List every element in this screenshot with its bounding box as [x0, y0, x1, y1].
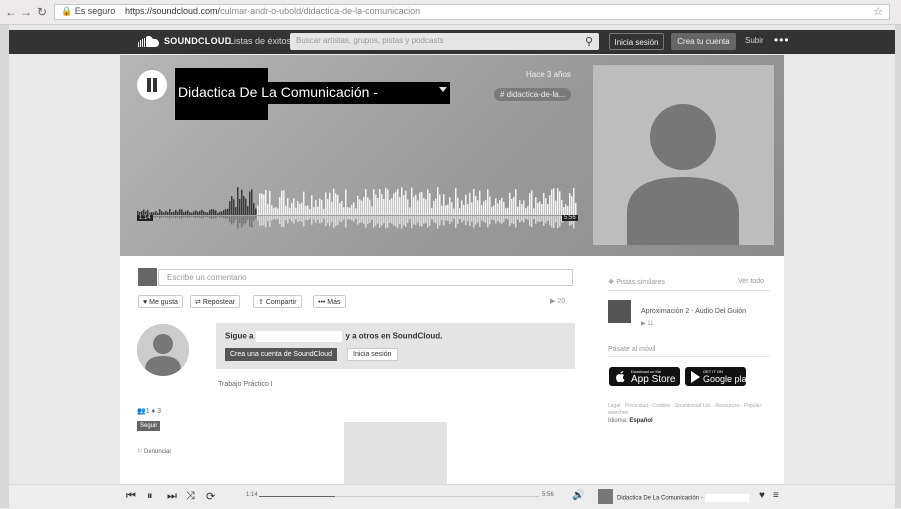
google-play-badge[interactable]: GET IT ON Google play: [685, 367, 751, 386]
commenter-avatar: [138, 268, 157, 286]
track-hero: Didactica De La Comunicación - Hace 3 añ…: [120, 55, 784, 256]
report-link[interactable]: ⚐ Denunciar: [137, 448, 171, 455]
comment-input[interactable]: Escribe un comentario: [158, 269, 573, 286]
see-all-link[interactable]: Ver todo: [738, 278, 764, 285]
repost-button[interactable]: ⇄ Repostear: [190, 295, 241, 308]
player-progress-bar[interactable]: [259, 496, 539, 497]
upload-link[interactable]: Subir: [745, 36, 764, 45]
signup-promo: Sigue ay a otros en SoundCloud. Crea una…: [216, 323, 575, 369]
divider: [608, 356, 770, 357]
upload-time: Hace 3 años: [526, 70, 571, 79]
user-stats: 👥1 ♦ 3: [137, 408, 161, 415]
follow-button[interactable]: Seguir: [137, 421, 161, 431]
player-artwork[interactable]: [598, 489, 613, 504]
previous-icon[interactable]: ⏮: [126, 490, 136, 503]
site-header: SOUNDCLOUD Listas de éxitos Buscar artis…: [9, 30, 895, 54]
play-count: ▶ 20: [550, 298, 566, 305]
share-button[interactable]: ⇪ Compartir: [253, 295, 302, 308]
search-placeholder: Buscar artistas, grupos, pistas y podcas…: [296, 36, 444, 45]
track-title: Didactica De La Comunicación -: [178, 84, 378, 100]
next-icon[interactable]: ⏭: [167, 490, 177, 503]
page-scrollbar[interactable]: [895, 25, 901, 508]
apple-icon: [616, 371, 625, 383]
charts-link[interactable]: Listas de éxitos: [229, 36, 291, 46]
sidebar: ❖ Pistas similares Ver todo Aproximación…: [592, 256, 784, 484]
divider: [608, 290, 770, 291]
play-pause-button[interactable]: [137, 70, 167, 100]
pause-icon[interactable]: ⏸: [147, 490, 153, 503]
similar-track-title[interactable]: Aproximación 2 - Audio Del Guión: [641, 308, 746, 315]
player-track-title[interactable]: Didactica De La Comunicación -: [617, 494, 749, 502]
login-button[interactable]: Inicia sesión: [609, 33, 664, 50]
total-time: 5:56: [562, 215, 578, 221]
forward-icon[interactable]: →: [19, 5, 33, 19]
player-total-time: 5:56: [542, 492, 554, 498]
player-bar: ⏮ ⏸ ⏭ ⤨ ⟳ 1:14 5:56 🔊 Didactica De La Co…: [9, 484, 895, 509]
like-icon[interactable]: ♥: [759, 490, 765, 501]
logo-text[interactable]: SOUNDCLOUD: [164, 36, 232, 46]
create-account-button[interactable]: Crea una cuenta de SoundCloud: [225, 348, 337, 361]
queue-icon[interactable]: ≡: [773, 490, 779, 501]
artist-name[interactable]: [175, 68, 268, 82]
language-selector[interactable]: Idioma: Español: [608, 418, 653, 424]
search-icon[interactable]: ⚲: [585, 35, 593, 48]
chevron-down-icon[interactable]: [439, 87, 447, 92]
user-avatar[interactable]: [137, 324, 189, 376]
genre-tag[interactable]: # didactica-de-la...: [494, 88, 572, 101]
placeholder-block: [344, 422, 447, 484]
more-button[interactable]: ••• Más: [313, 295, 346, 308]
track-subtitle: [175, 104, 268, 120]
reload-icon[interactable]: ↻: [35, 5, 49, 19]
repeat-icon[interactable]: ⟳: [206, 490, 215, 503]
browser-toolbar: ← → ↻ 🔒 Es seguro https://soundcloud.com…: [0, 0, 901, 25]
track-title-bar: Didactica De La Comunicación -: [175, 82, 450, 104]
cover-art: [593, 65, 774, 245]
page-margin-left: [0, 25, 9, 508]
mobile-heading: Pásate al móvil: [608, 346, 656, 353]
similar-tracks-heading: ❖ Pistas similares: [608, 279, 665, 286]
address-bar[interactable]: 🔒 Es seguro https://soundcloud.com/culma…: [54, 4, 890, 20]
player-current-time: 1:14: [246, 492, 258, 498]
volume-icon[interactable]: 🔊: [572, 490, 584, 501]
current-time: 1:14: [137, 215, 153, 221]
url-text: https://soundcloud.com/culmar-andr-o-ubo…: [125, 6, 421, 16]
legal-links[interactable]: Legal · Privacidad · Cookies · Soundclou…: [608, 403, 778, 417]
search-input[interactable]: Buscar artistas, grupos, pistas y podcas…: [290, 33, 599, 50]
soundcloud-logo-icon[interactable]: [136, 30, 162, 54]
more-menu-icon[interactable]: •••: [774, 33, 790, 47]
secure-indicator: 🔒 Es seguro: [61, 6, 116, 16]
bookmark-star-icon[interactable]: ☆: [873, 5, 883, 18]
app-store-badge[interactable]: Download on the App Store: [609, 367, 680, 386]
waveform[interactable]: [137, 181, 577, 241]
pause-icon: [147, 78, 151, 92]
shuffle-icon[interactable]: ⤨: [186, 490, 195, 503]
back-icon[interactable]: ←: [4, 5, 18, 19]
similar-track-artwork[interactable]: [608, 300, 631, 323]
create-account-button[interactable]: Crea tu cuenta: [671, 33, 736, 50]
main-content: Escribe un comentario ♥ Me gusta ⇄ Repos…: [120, 256, 592, 484]
like-button[interactable]: ♥ Me gusta: [138, 295, 183, 308]
promo-text: Sigue ay a otros en SoundCloud.: [225, 331, 443, 342]
comment-placeholder: Escribe un comentario: [167, 273, 247, 282]
google-play-icon: [691, 371, 700, 383]
player-progress-fill: [259, 496, 335, 497]
login-button[interactable]: Inicia sesión: [347, 348, 398, 361]
track-description: Trabajo Práctico I: [218, 381, 273, 388]
similar-track-plays: ▶ 11: [641, 321, 654, 327]
